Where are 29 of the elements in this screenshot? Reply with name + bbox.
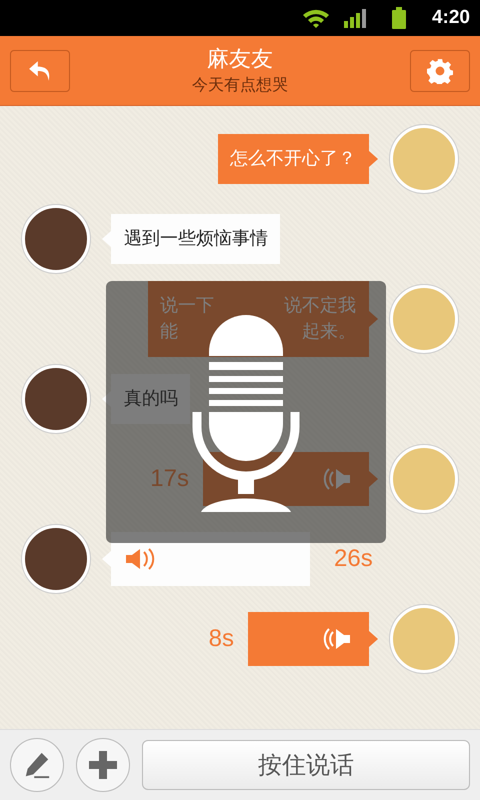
message-bubble: 遇到一些烦恼事情 bbox=[102, 214, 280, 264]
hold-to-talk-button[interactable]: 按住说话 bbox=[142, 740, 470, 790]
settings-button[interactable] bbox=[410, 50, 470, 92]
microphone-icon bbox=[191, 312, 301, 512]
voice-duration: 26s bbox=[334, 545, 373, 573]
wifi-icon bbox=[302, 8, 330, 28]
add-button[interactable] bbox=[76, 738, 130, 792]
back-button[interactable] bbox=[10, 50, 70, 92]
avatar[interactable] bbox=[22, 525, 90, 593]
contact-name: 麻友友 bbox=[207, 46, 273, 74]
voice-duration: 17s bbox=[150, 465, 189, 493]
voice-message[interactable] bbox=[102, 532, 310, 586]
message-text: 说不定我 bbox=[284, 294, 356, 318]
contact-status: 今天有点想哭 bbox=[192, 74, 288, 96]
message-text: 起来。 bbox=[302, 320, 356, 344]
avatar[interactable] bbox=[22, 365, 90, 433]
settings-icon bbox=[427, 58, 453, 84]
message-bubble: 怎么不开心了？ bbox=[218, 134, 378, 184]
keyboard-mode-button[interactable] bbox=[10, 738, 64, 792]
message-text: 说一下 bbox=[160, 294, 214, 318]
battery-icon bbox=[392, 7, 406, 29]
clock-time: 4:20 bbox=[432, 7, 470, 29]
avatar[interactable] bbox=[22, 205, 90, 273]
message-bubble: 真的吗 bbox=[102, 374, 190, 424]
pencil-icon bbox=[23, 751, 51, 779]
signal-icon bbox=[344, 8, 368, 28]
voice-duration: 8s bbox=[208, 625, 234, 653]
message-text: 能 bbox=[160, 320, 178, 344]
plus-icon bbox=[88, 750, 118, 780]
